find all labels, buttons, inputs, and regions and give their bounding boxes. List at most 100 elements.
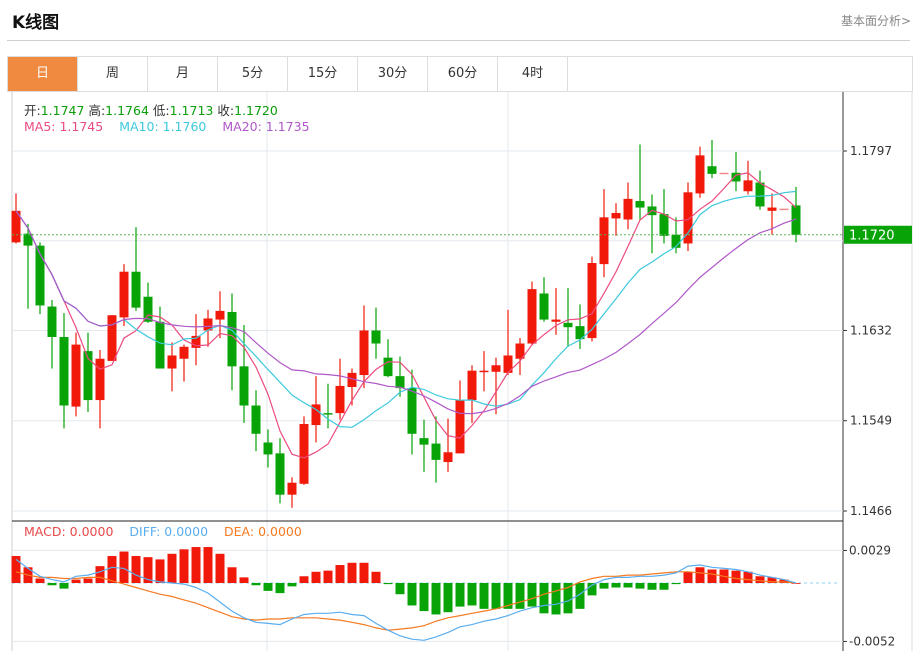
candle-body [551, 319, 561, 322]
candle-body [131, 271, 141, 308]
macd-bar [311, 571, 321, 583]
ohlc-legend: 开:1.1747 高:1.1764 低:1.1713 收:1.1720 [24, 100, 278, 119]
macd-bar [251, 583, 261, 586]
candle-body [491, 365, 501, 372]
kline-widget: K线图 基本面分析> 日 周 月 5分 15分 30分 60分 4时 1.179… [0, 0, 917, 651]
candle-body [695, 155, 705, 194]
high-label: 高: [88, 103, 106, 118]
macd-legend: MACD: 0.0000 DIFF: 0.0000 DEA: 0.0000 [24, 524, 302, 539]
ma5-line [15, 172, 797, 459]
macd-bar [539, 583, 549, 614]
ma-legend: MA5: 1.1745 MA10: 1.1760 MA20: 1.1735 [24, 119, 310, 134]
macd-bar [299, 576, 309, 583]
macd-bar [443, 583, 453, 613]
candle-body [143, 296, 153, 322]
macd-bar [731, 570, 741, 583]
candle-body [371, 330, 381, 344]
macd-bar [71, 579, 81, 583]
candle-body [323, 413, 333, 415]
candle-body [623, 198, 633, 220]
candle-body [743, 180, 753, 192]
candle-body [467, 370, 477, 401]
candle-body [47, 306, 57, 337]
price-tick-label: 1.1549 [850, 414, 892, 428]
candle-body [299, 423, 309, 484]
macd-bar [47, 583, 57, 586]
ma5-legend: MA5: 1.1745 [24, 119, 104, 134]
macd-bar [623, 583, 633, 588]
candle-body [179, 346, 189, 359]
ma10-line [15, 190, 797, 428]
candle-body [611, 212, 621, 219]
candle-body [455, 400, 465, 454]
macd-bar [371, 571, 381, 583]
candle-body [503, 355, 513, 373]
macd-bar [491, 583, 501, 609]
macd-bar [599, 583, 609, 589]
macd-bar [707, 569, 717, 583]
low-value: 1.1713 [169, 103, 214, 118]
candle-body [635, 201, 645, 208]
candle-body [335, 385, 345, 414]
macd-bar [407, 583, 417, 606]
macd-legend-value: MACD: 0.0000 [24, 524, 114, 539]
candle-body [707, 166, 717, 174]
kline-chart[interactable]: 1.1797 1.1632 1.1549 1.1466 0.0029 -0.0052 1.1… [0, 0, 917, 651]
candle-body [95, 358, 105, 401]
candle-body [215, 310, 225, 320]
high-value: 1.1764 [105, 103, 149, 118]
candle-body [767, 207, 777, 211]
macd-bar [131, 556, 141, 583]
macd-bar [323, 570, 333, 583]
macd-bar [215, 553, 225, 583]
macd-bar [695, 567, 705, 583]
candle-body [359, 330, 369, 376]
candle-body [407, 388, 417, 434]
macd-bar [275, 583, 285, 594]
candle-body [287, 482, 297, 495]
macd-bar [743, 571, 753, 583]
macd-bar [479, 583, 489, 609]
macd-bar [191, 547, 201, 583]
price-tick-label: 1.1797 [850, 144, 892, 158]
macd-bar [59, 583, 69, 589]
macd-bar [455, 583, 465, 607]
diff-legend-value: DIFF: 0.0000 [129, 524, 209, 539]
candle-body [107, 315, 117, 361]
macd-bar [359, 562, 369, 583]
macd-bar [683, 571, 693, 583]
macd-bar [95, 566, 105, 583]
macd-bar [335, 565, 345, 583]
macd-bar [203, 547, 213, 583]
candle-body [263, 442, 273, 455]
macd-bar [383, 583, 393, 585]
macd-tick-label: -0.0052 [849, 634, 895, 648]
macd-bar [263, 583, 273, 591]
candle-body [539, 293, 549, 320]
candle-body [275, 453, 285, 495]
candle-body [443, 452, 453, 463]
macd-bar [227, 567, 237, 583]
macd-bar [527, 583, 537, 607]
ma10-legend: MA10: 1.1760 [119, 119, 207, 134]
close-label: 收: [217, 103, 235, 118]
candle-body [599, 217, 609, 265]
macd-tick-label: 0.0029 [849, 543, 891, 557]
candle-body [383, 357, 393, 377]
macd-bar [611, 583, 621, 588]
candle-body [719, 172, 729, 175]
macd-bar [395, 583, 405, 595]
candle-body [527, 289, 537, 344]
candle-body [167, 355, 177, 369]
macd-bar [671, 583, 681, 585]
candle-body [59, 336, 69, 406]
candle-body [479, 370, 489, 373]
open-label: 开: [24, 103, 41, 118]
candle-body [395, 376, 405, 389]
open-value: 1.1747 [40, 103, 85, 118]
macd-bar [83, 578, 93, 583]
macd-bar [755, 576, 765, 583]
macd-bar [179, 549, 189, 583]
macd-bar [35, 578, 45, 583]
macd-bar [347, 562, 357, 583]
